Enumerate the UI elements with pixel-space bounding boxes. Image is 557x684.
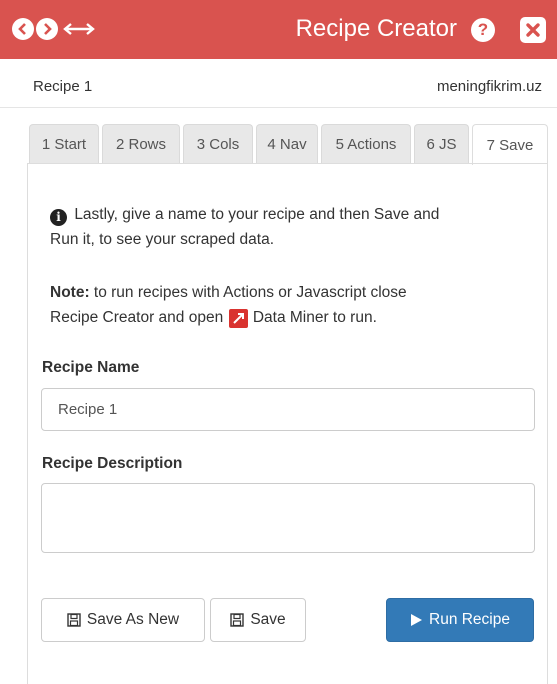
tab-cols[interactable]: 3 Cols: [183, 124, 253, 163]
save-label: Save: [250, 611, 286, 628]
title-bar: Recipe Creator ?: [0, 0, 557, 59]
intro-line-2: Run it, to see your scraped data.: [50, 231, 275, 248]
help-icon[interactable]: ?: [471, 18, 495, 42]
save-as-new-label: Save As New: [86, 611, 180, 628]
play-icon: [411, 614, 422, 626]
note-line-1: to run recipes with Actions or Javascrip…: [89, 284, 407, 301]
data-miner-icon: [228, 309, 248, 328]
note-line-2a: Recipe Creator and open: [50, 309, 228, 326]
info-icon: i: [50, 209, 67, 226]
tab-rows[interactable]: 2 Rows: [102, 124, 180, 163]
recipe-description-input[interactable]: [41, 483, 535, 553]
recipe-name-input[interactable]: [41, 388, 535, 431]
intro-text: i Lastly, give a name to your recipe and…: [50, 202, 520, 252]
close-icon[interactable]: [520, 17, 546, 43]
floppy-icon: [67, 613, 81, 627]
run-recipe-button[interactable]: Run Recipe: [386, 598, 534, 642]
save-as-new-button[interactable]: Save As New: [41, 598, 205, 642]
recipe-name-label: Recipe Name: [42, 359, 140, 376]
recipe-bar: Recipe 1 meningfikrim.uz: [0, 60, 557, 108]
note-label: Note:: [50, 284, 90, 301]
intro-line-1: Lastly, give a name to your recipe and t…: [74, 206, 440, 223]
site-name: meningfikrim.uz: [436, 78, 542, 95]
run-recipe-label: Run Recipe: [429, 611, 510, 628]
current-recipe-name: Recipe 1: [33, 78, 93, 95]
forward-arrow-icon[interactable]: [36, 18, 58, 40]
save-button[interactable]: Save: [210, 598, 306, 642]
note-line-2b: Data Miner to run.: [248, 309, 377, 326]
note-text: Note: to run recipes with Actions or Jav…: [50, 280, 520, 330]
tab-start[interactable]: 1 Start: [29, 124, 99, 163]
tab-js[interactable]: 6 JS: [414, 124, 469, 163]
window-title: Recipe Creator: [295, 15, 457, 42]
tab-save[interactable]: 7 Save: [472, 124, 548, 165]
floppy-icon: [230, 613, 245, 627]
back-arrow-icon[interactable]: [12, 18, 34, 40]
tab-actions[interactable]: 5 Actions: [321, 124, 411, 163]
tab-nav[interactable]: 4 Nav: [256, 124, 318, 163]
resize-arrows-icon[interactable]: [62, 18, 96, 40]
recipe-description-label: Recipe Description: [42, 455, 183, 472]
